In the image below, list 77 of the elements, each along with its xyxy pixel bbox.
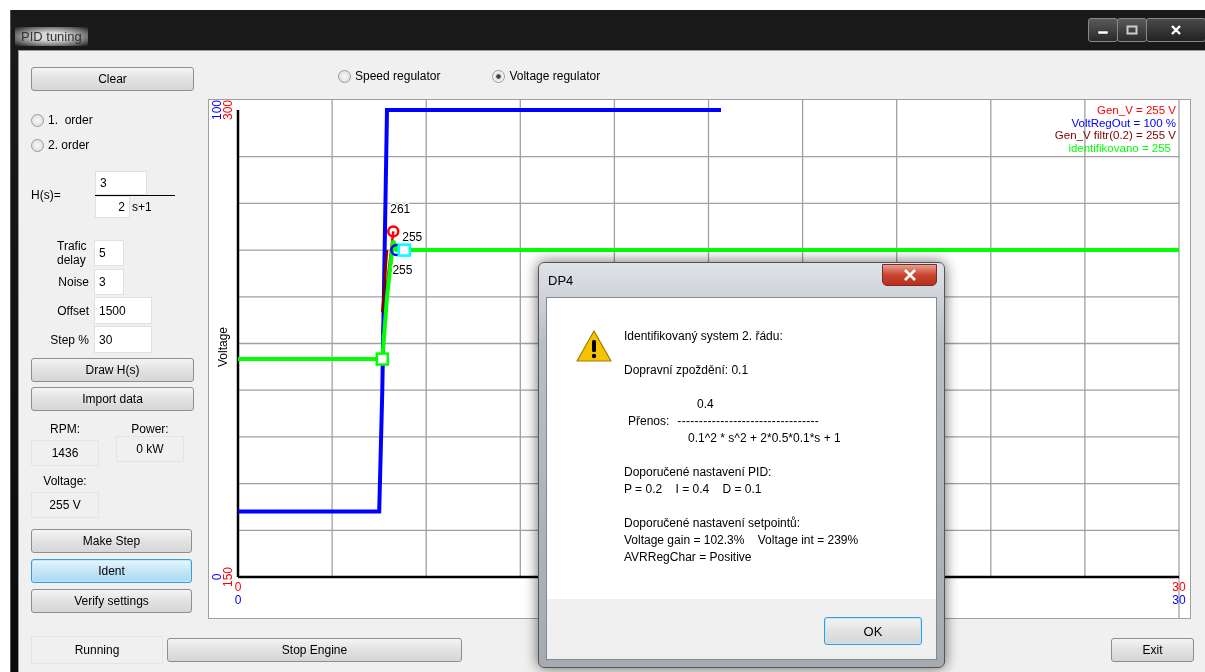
message-text: 0.4	[697, 396, 715, 413]
legend-label: Gen_V filtr(0.2) = 255 V	[1054, 129, 1176, 142]
message-text: Voltage gain = 102.3% Voltage int = 239%	[624, 532, 859, 549]
point-label: 261	[390, 202, 411, 217]
minimize-button[interactable]	[1088, 18, 1118, 42]
axis-tick-label: 30	[1172, 580, 1186, 594]
message-text: Přenos:	[628, 413, 670, 430]
maximize-icon	[1126, 25, 1138, 35]
input-field[interactable]: 3	[94, 269, 124, 295]
axis-tick-label: 0	[234, 593, 242, 607]
denominator-field[interactable]: 2	[95, 196, 130, 218]
radio-option[interactable]: 1. order	[31, 112, 194, 128]
readout-value: 1436	[31, 440, 99, 466]
field-label: Offset	[56, 303, 89, 318]
ok-button[interactable]: OK	[824, 617, 922, 645]
close-icon	[902, 269, 917, 281]
radio-option[interactable]: 2. order	[31, 137, 194, 153]
legend-label: Gen_V = 255 V	[1097, 104, 1176, 117]
readout-value: 0 kW	[116, 436, 184, 462]
readout-label: Voltage:	[42, 474, 88, 488]
action-button[interactable]: Ident	[31, 559, 192, 583]
message-text: Doporučené nastavení PID:	[624, 464, 773, 481]
radio-button[interactable]	[31, 138, 44, 152]
message-text: AVRRegChar = Positive	[624, 549, 753, 566]
readout-label: Power:	[130, 422, 170, 436]
action-button[interactable]: Draw H(s)	[31, 358, 194, 382]
message-text: Dopravní zpoždění: 0.1	[624, 362, 750, 379]
legend-label: identifikovano = 255	[1068, 141, 1171, 154]
legend-label: VoltRegOut = 100 %	[1071, 116, 1176, 129]
radio-option[interactable]: Voltage regulator	[492, 68, 601, 84]
dialog-title: DP4	[548, 273, 574, 288]
action-button[interactable]: Make Step	[31, 529, 192, 553]
radio-button[interactable]	[338, 69, 351, 83]
action-button[interactable]: Import data	[31, 387, 194, 411]
message-text: ---------------------------------	[677, 413, 820, 430]
warning-icon	[576, 330, 612, 362]
formula-text: s+1	[132, 200, 152, 214]
readout-value: 255 V	[31, 492, 99, 518]
message-text: Doporučené nastavení setpointů:	[624, 515, 802, 532]
radio-button[interactable]	[492, 69, 506, 83]
message-text: Identifikovaný system 2. řádu:	[624, 328, 784, 345]
input-field[interactable]: 5	[94, 240, 124, 266]
close-button[interactable]	[882, 264, 937, 286]
axis-tick-label: 300	[221, 100, 235, 120]
stop-engine-button[interactable]: Stop Engine	[167, 638, 462, 662]
exit-button[interactable]: Exit	[1111, 638, 1194, 662]
axis-tick-label: 150	[221, 567, 235, 587]
axis-tick-label: 30	[1172, 593, 1186, 607]
status-label: Running	[31, 636, 163, 664]
radio-label: Voltage regulator	[509, 69, 601, 83]
axis-tick-label: 0	[234, 580, 242, 594]
action-button[interactable]: Verify settings	[31, 589, 192, 613]
point-label: 255	[402, 230, 423, 245]
radio-option[interactable]: Speed regulator	[338, 68, 441, 84]
field-label: Noise	[57, 275, 89, 289]
readout-label: RPM:	[49, 422, 81, 436]
window-title: PID tuning	[15, 27, 88, 46]
field-label: Step %	[49, 332, 89, 347]
clear-button[interactable]: Clear	[31, 67, 194, 91]
numerator-field[interactable]: 3	[95, 171, 147, 195]
input-field[interactable]: 30	[94, 326, 152, 353]
close-icon	[1170, 25, 1182, 35]
axis-tick-label: 100	[210, 100, 224, 120]
radio-button[interactable]	[31, 113, 44, 127]
close-button[interactable]	[1146, 18, 1205, 42]
axis-tick-label: 0	[210, 573, 224, 581]
input-field[interactable]: 1500	[94, 297, 152, 324]
field-label: Trafic delay	[57, 239, 88, 267]
axis-title: Voltage	[216, 326, 230, 367]
radio-label: 2. order	[48, 138, 90, 152]
point-label: 255	[392, 263, 413, 278]
radio-label: 1. order	[48, 113, 93, 127]
message-text: 0.1^2 * s^2 + 2*0.5*0.1*s + 1	[688, 430, 842, 447]
message-text: P = 0.2 I = 0.4 D = 0.1	[624, 481, 763, 498]
formula-label: H(s)=	[31, 187, 62, 202]
radio-label: Speed regulator	[355, 69, 441, 83]
maximize-button[interactable]	[1117, 18, 1147, 42]
